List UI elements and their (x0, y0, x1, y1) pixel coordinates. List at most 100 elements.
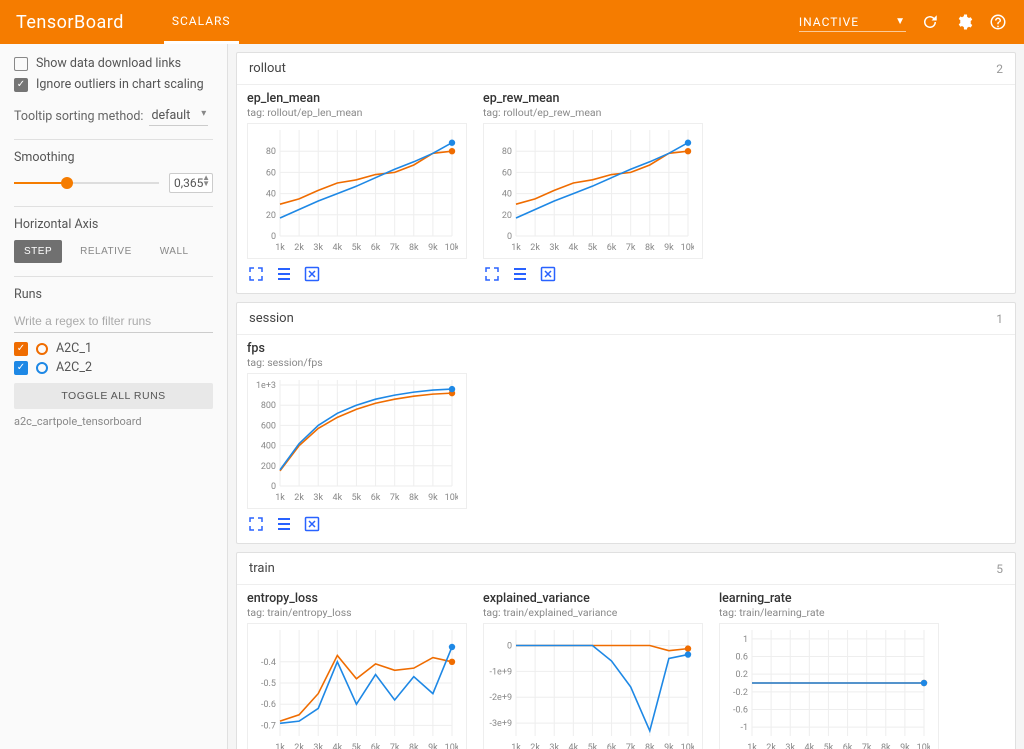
svg-text:8k: 8k (645, 743, 655, 749)
svg-text:1k: 1k (275, 243, 285, 253)
svg-text:3k: 3k (313, 743, 323, 749)
axis-btn-step[interactable]: STEP (14, 240, 62, 263)
svg-text:4k: 4k (333, 243, 343, 253)
panel-title: train (249, 561, 275, 576)
chart-plot[interactable]: 02004006008001e+31k2k3k4k5k6k7k8k9k10k (247, 373, 467, 509)
chart-title: learning_rate (719, 591, 939, 606)
axis-btn-relative[interactable]: RELATIVE (70, 240, 142, 263)
run-row: A2C_2 (14, 360, 213, 375)
svg-text:10k: 10k (445, 243, 458, 253)
chart-ep-rew-mean: ep_rew_mean tag: rollout/ep_rew_mean 020… (483, 91, 703, 283)
refresh-icon[interactable] (920, 12, 940, 32)
run-color-circle[interactable] (36, 362, 48, 374)
svg-text:9k: 9k (428, 243, 438, 253)
svg-text:-0.6: -0.6 (261, 700, 276, 710)
panel-session: session 1 fps tag: session/fps 020040060… (236, 302, 1016, 544)
expand-icon[interactable] (247, 265, 265, 283)
svg-text:1k: 1k (275, 743, 285, 749)
fit-icon[interactable] (539, 265, 557, 283)
chart-plot[interactable]: -1-0.6-0.20.20.611k2k3k4k5k6k7k8k9k10k (719, 623, 939, 749)
runs-heading: Runs (14, 287, 213, 302)
toggle-all-runs-button[interactable]: TOGGLE ALL RUNS (14, 383, 213, 409)
tab-scalars[interactable]: SCALARS (164, 0, 239, 44)
svg-text:9k: 9k (428, 493, 438, 503)
chart-title: fps (247, 341, 467, 356)
svg-text:1k: 1k (511, 243, 521, 253)
show-download-label: Show data download links (36, 56, 181, 71)
ignore-outliers-checkbox[interactable] (14, 78, 28, 92)
svg-text:20: 20 (502, 211, 512, 221)
svg-text:7k: 7k (626, 243, 636, 253)
panel-rollout: rollout 2 ep_len_mean tag: rollout/ep_le… (236, 52, 1016, 294)
list-icon[interactable] (275, 515, 293, 533)
svg-text:600: 600 (261, 421, 276, 431)
app-title: TensorBoard (16, 12, 124, 33)
expand-icon[interactable] (247, 515, 265, 533)
svg-text:4k: 4k (569, 743, 579, 749)
chart-tag: tag: train/explained_variance (483, 606, 703, 619)
svg-text:20: 20 (266, 211, 276, 221)
svg-text:400: 400 (261, 442, 276, 452)
inactive-plugins-select[interactable]: INACTIVE ▼ (799, 13, 906, 32)
svg-text:6k: 6k (371, 493, 381, 503)
run-checkbox[interactable] (14, 361, 28, 375)
svg-text:40: 40 (266, 190, 276, 200)
svg-text:7k: 7k (862, 743, 872, 749)
smoothing-heading: Smoothing (14, 150, 213, 165)
chart-plot[interactable]: 0204060801k2k3k4k5k6k7k8k9k10k (483, 123, 703, 259)
svg-text:7k: 7k (626, 743, 636, 749)
settings-gear-icon[interactable] (954, 12, 974, 32)
svg-text:-3e+9: -3e+9 (490, 719, 512, 729)
list-icon[interactable] (275, 265, 293, 283)
run-color-circle[interactable] (36, 343, 48, 355)
svg-text:-2e+9: -2e+9 (490, 693, 512, 703)
svg-text:8k: 8k (645, 243, 655, 253)
chart-plot[interactable]: -0.7-0.6-0.5-0.41k2k3k4k5k6k7k8k9k10k (247, 623, 467, 749)
svg-text:9k: 9k (664, 243, 674, 253)
fit-icon[interactable] (303, 265, 321, 283)
fit-icon[interactable] (303, 515, 321, 533)
svg-text:-0.7: -0.7 (261, 721, 276, 731)
tooltip-sort-select[interactable]: default (149, 106, 208, 126)
axis-btn-wall[interactable]: WALL (150, 240, 199, 263)
svg-text:-0.6: -0.6 (733, 706, 748, 716)
stepper-icon[interactable]: ▲▼ (202, 175, 210, 187)
panel-header-rollout[interactable]: rollout 2 (237, 53, 1015, 85)
svg-text:0: 0 (271, 232, 276, 242)
chart-explained-variance: explained_variance tag: train/explained_… (483, 591, 703, 749)
svg-text:5k: 5k (588, 743, 598, 749)
panel-header-session[interactable]: session 1 (237, 303, 1015, 335)
svg-text:1: 1 (743, 635, 748, 645)
chart-plot[interactable]: -3e+9-2e+9-1e+901k2k3k4k5k6k7k8k9k10k (483, 623, 703, 749)
svg-text:3k: 3k (785, 743, 795, 749)
svg-text:4k: 4k (333, 743, 343, 749)
show-download-checkbox[interactable] (14, 57, 28, 71)
svg-text:0.2: 0.2 (736, 670, 749, 680)
runs-filter-input[interactable] (14, 310, 213, 333)
expand-icon[interactable] (483, 265, 501, 283)
smoothing-input[interactable]: 0,365 ▲▼ (169, 173, 213, 193)
chart-title: entropy_loss (247, 591, 467, 606)
svg-text:5k: 5k (352, 493, 362, 503)
svg-text:2k: 2k (530, 243, 540, 253)
smoothing-slider[interactable] (14, 182, 159, 184)
help-icon[interactable] (988, 12, 1008, 32)
list-icon[interactable] (511, 265, 529, 283)
chart-tag: tag: train/entropy_loss (247, 606, 467, 619)
svg-text:8k: 8k (881, 743, 891, 749)
chart-title: explained_variance (483, 591, 703, 606)
chart-tag: tag: session/fps (247, 356, 467, 369)
inactive-label: INACTIVE (799, 15, 859, 29)
run-checkbox[interactable] (14, 342, 28, 356)
slider-thumb[interactable] (61, 177, 73, 189)
chart-fps: fps tag: session/fps 02004006008001e+31k… (247, 341, 467, 533)
chart-tag: tag: rollout/ep_len_mean (247, 106, 467, 119)
svg-text:60: 60 (502, 168, 512, 178)
panel-title: rollout (249, 61, 286, 76)
svg-text:8k: 8k (409, 493, 419, 503)
chart-plot[interactable]: 0204060801k2k3k4k5k6k7k8k9k10k (247, 123, 467, 259)
svg-text:1e+3: 1e+3 (256, 381, 276, 391)
panel-header-train[interactable]: train 5 (237, 553, 1015, 585)
main-content: rollout 2 ep_len_mean tag: rollout/ep_le… (228, 44, 1024, 749)
svg-text:3k: 3k (549, 743, 559, 749)
